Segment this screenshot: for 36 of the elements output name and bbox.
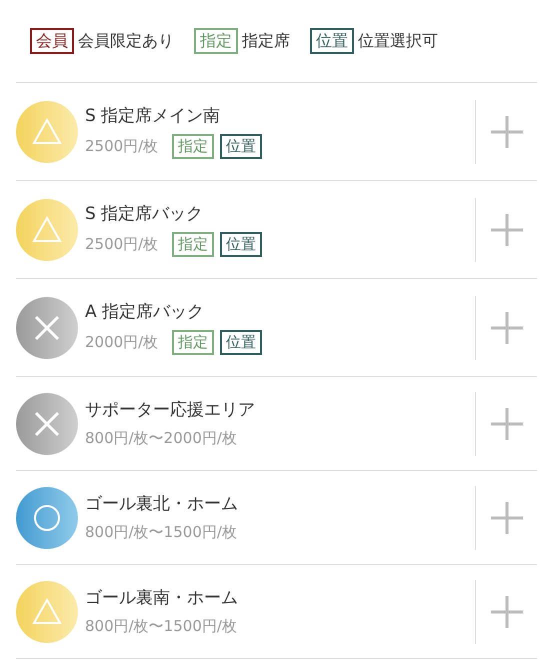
legend-tag: 指定 xyxy=(194,28,238,54)
seat-name: S 指定席メイン南 xyxy=(85,105,222,128)
seat-price: 2500円/枚 xyxy=(85,234,158,255)
seat-price: 2000円/枚 xyxy=(85,332,158,353)
legend-label: 会員限定あり xyxy=(78,30,174,52)
legend-label: 位置選択可 xyxy=(358,30,438,52)
add-button[interactable] xyxy=(488,594,524,630)
plus-icon xyxy=(490,502,522,534)
legend-tag: 会員 xyxy=(30,28,74,54)
add-button[interactable] xyxy=(488,212,524,248)
seat-name: サポーター応援エリア xyxy=(85,398,256,422)
seat-name: ゴール裏南・ホーム xyxy=(85,586,239,610)
seat-name: ゴール裏北・ホーム xyxy=(85,492,239,516)
seat-tag: 位置 xyxy=(220,330,262,355)
add-button[interactable] xyxy=(488,500,524,536)
plus-icon xyxy=(490,116,522,148)
seat-tag: 指定 xyxy=(172,232,214,257)
add-button[interactable] xyxy=(488,310,524,346)
add-button[interactable] xyxy=(488,114,524,150)
add-button[interactable] xyxy=(488,406,524,442)
legend-tag: 位置 xyxy=(310,28,354,54)
seat-name: S 指定席バック xyxy=(85,203,204,226)
seat-price: 800円/枚〜2000円/枚 xyxy=(85,428,237,449)
legend-label: 指定席 xyxy=(242,30,290,52)
seat-tag: 位置 xyxy=(220,232,262,257)
seat-price: 800円/枚〜1500円/枚 xyxy=(85,522,237,543)
seat-tag: 位置 xyxy=(220,134,262,159)
plus-icon xyxy=(490,214,522,246)
seat-name: A 指定席バック xyxy=(85,301,206,324)
plus-icon xyxy=(490,596,522,628)
plus-icon xyxy=(490,312,522,344)
seat-price: 2500円/枚 xyxy=(85,136,158,157)
plus-icon xyxy=(490,408,522,440)
seat-tag: 指定 xyxy=(172,330,214,355)
seat-tag: 指定 xyxy=(172,134,214,159)
seat-price: 800円/枚〜1500円/枚 xyxy=(85,616,237,637)
